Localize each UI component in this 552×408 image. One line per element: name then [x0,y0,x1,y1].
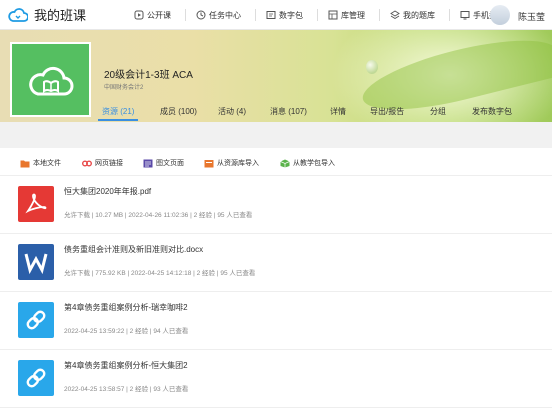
resource-item[interactable]: 恒大集团2020年年报.pdf 允许下载 | 10.27 MB | 2022-0… [0,176,552,234]
nav-label: 数字包 [279,10,303,20]
tool-label: 图文页面 [156,160,184,167]
tool-label: 从资源库导入 [217,160,259,167]
word-icon [18,244,54,280]
resource-meta: 2022-04-25 13:58:57 | 2 经验 | 93 人已查看 [64,386,189,393]
add-image-text-page-button[interactable]: 图文页面 [143,158,184,168]
banner-water-drop [366,60,378,74]
nav-label: 任务中心 [209,10,241,20]
resource-name[interactable]: 第4章债务重组案例分析-恒大集团2 [64,360,188,371]
divider [317,9,318,21]
resource-name[interactable]: 第4章债务重组案例分析-瑞幸咖啡2 [64,302,188,313]
nav-library[interactable]: 库管理 [328,10,365,21]
resource-meta: 允许下载 | 775.92 KB | 2022-04-25 14:12:18 |… [64,270,256,277]
package-icon [266,11,276,19]
tab-publish-package[interactable]: 发布数字包 [472,106,512,117]
tool-label: 网页链接 [95,160,123,167]
brand[interactable]: 我的班课 [8,5,86,24]
nav-question-bank[interactable]: 我的题库 [390,10,435,21]
image-text-icon [143,159,153,167]
nav-task-center[interactable]: 任务中心 [196,10,241,21]
nav-label: 公开课 [147,10,171,20]
resource-item[interactable]: 第4章债务重组案例分析-恒大集团2 2022-04-25 13:58:57 | … [0,350,552,408]
brand-title: 我的班课 [34,8,87,23]
divider [449,9,450,21]
link-icon [82,160,92,166]
resource-item[interactable]: 债务重组会计准则及新旧准则对比.docx 允许下载 | 775.92 KB | … [0,234,552,292]
library-icon [328,10,338,20]
tool-label: 本地文件 [33,160,61,167]
pdf-icon [18,186,54,222]
video-icon [134,10,144,20]
import-library-icon [204,159,214,167]
nav-open-course[interactable]: 公开课 [134,10,171,21]
nav-digital-package[interactable]: 数字包 [266,10,303,21]
top-nav: 公开课 任务中心 数字包 库管理 我的题库 手机投屏 [134,0,519,30]
upload-local-file-button[interactable]: 本地文件 [20,158,61,168]
link-icon [18,360,54,396]
top-bar: 我的班课 公开课 任务中心 数字包 库管理 我的题库 手机投屏 陈玉莹 [0,0,552,30]
course-subtitle: 中国财务会计2 [104,85,144,91]
cloud-book-icon [28,66,73,95]
avatar[interactable] [490,5,510,25]
tab-messages[interactable]: 消息 (107) [270,106,307,117]
tab-resources[interactable]: 资源 (21) [102,106,134,117]
divider [379,9,380,21]
resource-name[interactable]: 债务重组会计准则及新旧准则对比.docx [64,244,203,255]
tool-label: 从教学包导入 [293,160,335,167]
separator-band [0,122,552,148]
course-tabs: 资源 (21) 成员 (100) 活动 (4) 消息 (107) 详情 导出/报… [0,100,552,122]
tab-activities[interactable]: 活动 (4) [218,106,246,117]
link-icon [18,302,54,338]
active-tab-indicator [98,119,138,121]
import-package-icon [280,159,290,167]
import-from-library-button[interactable]: 从资源库导入 [204,158,259,168]
add-web-link-button[interactable]: 网页链接 [82,158,123,168]
divider [255,9,256,21]
course-title: 20级会计1-3班 ACA [104,70,193,81]
resource-meta: 允许下载 | 10.27 MB | 2022-04-26 11:02:36 | … [64,212,253,219]
screen-cast-icon [460,11,470,20]
username[interactable]: 陈玉莹 [518,10,545,23]
resource-item[interactable]: 第4章债务重组案例分析-瑞幸咖啡2 2022-04-25 13:59:22 | … [0,292,552,350]
cloud-logo-icon [8,7,28,22]
nav-label: 库管理 [341,10,365,20]
import-from-package-button[interactable]: 从教学包导入 [280,158,335,168]
tab-export-report[interactable]: 导出/报告 [370,106,404,117]
tab-details[interactable]: 详情 [330,106,346,117]
task-icon [196,10,206,20]
folder-icon [20,160,30,167]
tab-members[interactable]: 成员 (100) [160,106,197,117]
divider [185,9,186,21]
layers-icon [390,10,400,20]
resource-meta: 2022-04-25 13:59:22 | 2 经验 | 94 人已查看 [64,328,189,335]
tab-groups[interactable]: 分组 [430,106,446,117]
resource-name[interactable]: 恒大集团2020年年报.pdf [64,186,151,197]
nav-label: 我的题库 [403,10,435,20]
